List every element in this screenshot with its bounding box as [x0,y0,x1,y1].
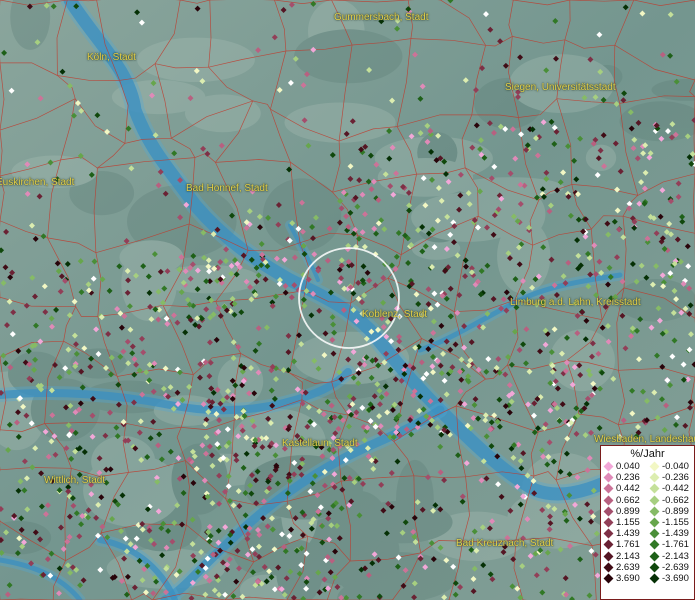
legend-swatch [649,573,660,584]
legend-entry: -0.899 [647,506,693,517]
legend-value: -2.639 [662,561,689,573]
legend-entry: -2.639 [647,562,693,573]
legend-rows: 0.040 -0.040 0.236 -0.236 0.442 -0.442 0.662 -0… [601,461,694,584]
city-label-koblenz: Koblenz, Stadt [362,309,428,320]
city-label-bad-kreuznach: Bad Kreuznach, Stadt [456,538,554,549]
legend-swatch [603,472,614,483]
legend-value: -3.690 [662,572,689,584]
legend-value: -0.442 [662,483,689,495]
legend-swatch [603,495,614,506]
legend-swatch [649,506,660,517]
legend-entry: 1.155 [601,517,647,528]
legend-entry: -1.155 [647,517,693,528]
legend-entry: 0.442 [601,483,647,494]
legend-value: -1.155 [662,517,689,529]
legend-value: 0.899 [616,505,640,517]
legend-entry: 0.040 [601,461,647,472]
legend-swatch [603,484,614,494]
legend-row: 2.639 -2.639 [601,562,694,573]
legend-swatch [649,517,660,528]
legend-value: 2.639 [616,561,640,573]
legend-swatch [649,539,660,550]
legend-row: 0.662 -0.662 [601,495,694,506]
legend-entry: -0.442 [647,483,693,494]
city-label-gummersbach: Gummersbach, Stadt [334,12,429,23]
legend-row: 0.899 -0.899 [601,506,694,517]
legend-swatch [603,562,614,573]
legend-title: %/Jahr [630,448,665,460]
legend-value: 0.442 [616,483,640,495]
legend-entry: -3.690 [647,573,693,584]
city-label-siegen: Siegen, Universitätsstadt [505,82,616,93]
legend-value: 1.439 [616,528,640,540]
relief-patch [137,37,255,82]
legend-swatch [649,495,660,506]
legend-swatch [649,484,660,494]
legend-entry: 1.439 [601,528,647,539]
legend-value: 3.690 [616,572,640,584]
legend-row: 1.761 -1.761 [601,539,694,550]
legend-value: 1.155 [616,517,640,529]
legend-swatch [603,517,614,528]
legend-row: 0.442 -0.442 [601,483,694,494]
legend-swatch [603,551,614,562]
legend-row: 2.143 -2.143 [601,551,694,562]
legend-value: 2.143 [616,550,640,562]
legend-row: 3.690 -3.690 [601,573,694,584]
relief-patch [294,29,403,84]
legend-swatch [649,472,660,483]
city-label-wiesbaden: Wiesbaden, Landeshauptstadt [594,434,695,445]
legend-entry: 0.899 [601,506,647,517]
legend-value: 0.236 [616,472,640,484]
legend-row: 1.439 -1.439 [601,528,694,539]
city-label-wittlich: Wittlich, Stadt [44,475,106,486]
legend-value: -0.040 [662,461,689,473]
city-label-kastellaun: Kastellaun, Stadt [282,438,358,449]
legend-value: -0.662 [662,494,689,506]
city-label-limburg: Limburg a.d. Lahn, Kreisstadt [510,297,641,308]
legend-entry: 1.761 [601,539,647,550]
map-viewport[interactable]: Gummersbach, Stadt Köln, Stadt Siegen, U… [0,0,695,600]
legend-value: -2.143 [662,550,689,562]
legend-row: 1.155 -1.155 [601,517,694,528]
legend-entry: 0.662 [601,495,647,506]
legend-value: -0.236 [662,472,689,484]
city-label-euskirchen: Euskirchen, Stadt [0,177,75,188]
legend-swatch [649,528,660,539]
legend-swatch [603,539,614,550]
legend-swatch [603,573,614,584]
legend-entry: -1.761 [647,539,693,550]
relief-patch [549,329,615,392]
legend-swatch [649,551,660,562]
legend-swatch [603,528,614,539]
legend-entry: 0.236 [601,472,647,483]
legend: %/Jahr 0.040 -0.040 0.236 -0.236 0.442 -0.442… [600,445,695,600]
legend-entry: -0.662 [647,495,693,506]
legend-swatch [603,461,614,472]
legend-value: 0.040 [616,461,640,473]
legend-entry: -0.040 [647,461,693,472]
legend-entry: 2.143 [601,551,647,562]
legend-row: 0.040 -0.040 [601,461,694,472]
relief-patch [83,454,182,527]
legend-swatch [603,506,614,517]
legend-entry: 2.639 [601,562,647,573]
legend-entry: 3.690 [601,573,647,584]
city-label-koeln: Köln, Stadt [87,52,136,63]
city-label-bad-honnef: Bad Honnef, Stadt [186,183,268,194]
legend-entry: -1.439 [647,528,693,539]
legend-entry: -0.236 [647,472,693,483]
legend-row: 0.236 -0.236 [601,472,694,483]
legend-value: 1.761 [616,539,640,551]
legend-value: 0.662 [616,494,640,506]
relief-patch [119,240,184,275]
legend-swatch [649,562,660,573]
legend-value: -1.761 [662,539,689,551]
relief-patch [350,500,453,544]
legend-value: -0.899 [662,505,689,517]
relief-patch [284,102,396,143]
legend-swatch [649,461,660,472]
legend-value: -1.439 [662,528,689,540]
legend-entry: -2.143 [647,551,693,562]
